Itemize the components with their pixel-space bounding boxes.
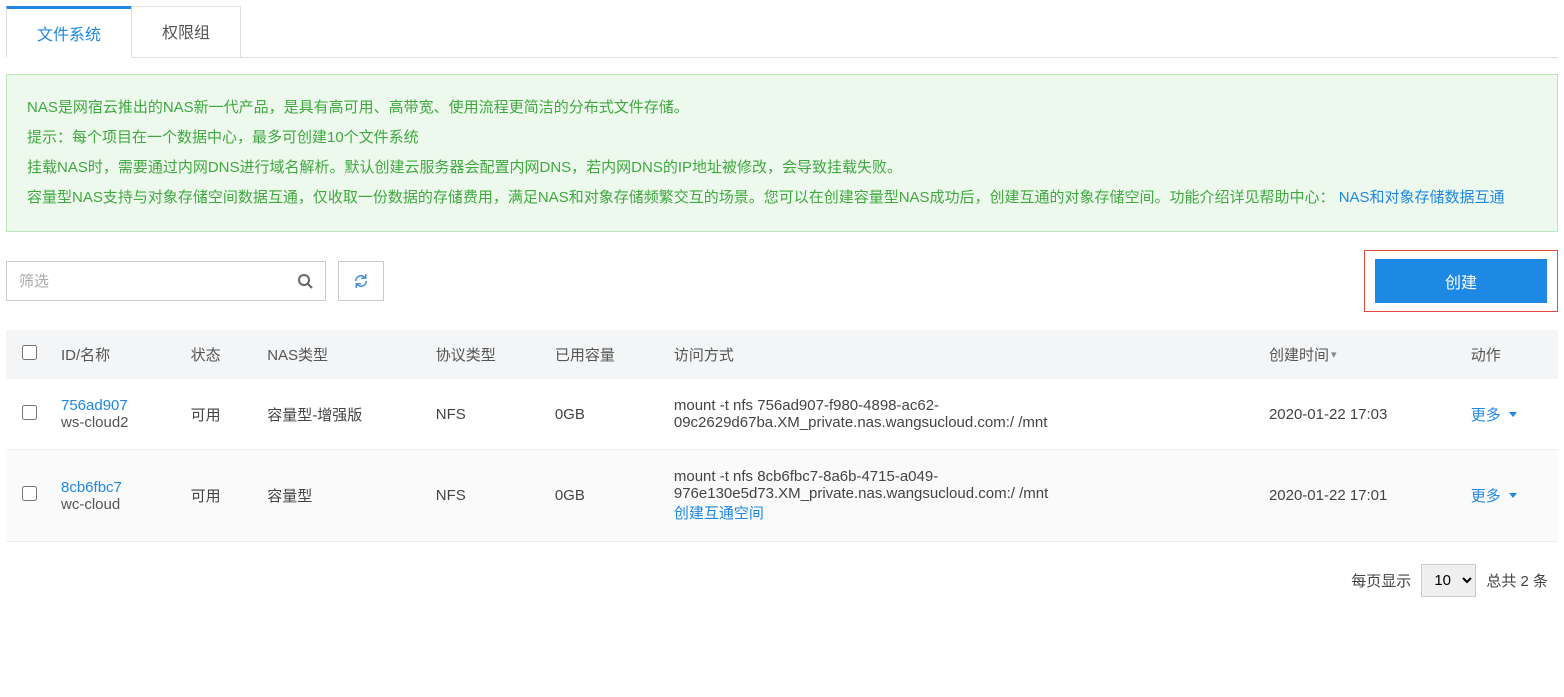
info-line: 容量型NAS支持与对象存储空间数据互通，仅收取一份数据的存储费用，满足NAS和对… [27,183,1537,213]
tab-permission[interactable]: 权限组 [131,6,241,57]
chevron-down-icon [1509,412,1517,417]
row-protocol: NFS [424,450,543,542]
col-access: 访问方式 [662,330,1257,379]
help-link[interactable]: NAS和对象存储数据互通 [1339,189,1505,206]
refresh-icon [353,273,369,289]
more-button[interactable]: 更多 [1471,404,1517,425]
row-status: 可用 [179,450,256,542]
filter-wrap [6,261,326,301]
pager: 每页显示 10 总共 2 条 [6,542,1558,607]
chevron-down-icon [1509,493,1517,498]
tab-filesystem[interactable]: 文件系统 [6,6,132,58]
info-text: 容量型NAS支持与对象存储空间数据互通，仅收取一份数据的存储费用，满足NAS和对… [27,189,1339,206]
create-highlight: 创建 [1364,250,1558,312]
search-icon [297,273,313,289]
select-all-checkbox[interactable] [22,345,37,360]
col-status: 状态 [179,330,256,379]
col-used: 已用容量 [543,330,662,379]
row-type: 容量型-增强版 [255,379,424,450]
col-action: 动作 [1459,330,1558,379]
info-line: NAS是网宿云推出的NAS新一代产品，是具有高可用、高带宽、使用流程更简洁的分布… [27,93,1537,123]
col-type: NAS类型 [255,330,424,379]
create-interop-link[interactable]: 创建互通空间 [674,505,764,522]
per-page-label: 每页显示 [1351,570,1411,591]
sort-desc-icon: ▾ [1331,348,1337,361]
col-id: ID/名称 [49,330,179,379]
row-checkbox[interactable] [22,486,37,501]
id-link[interactable]: 8cb6fbc7 [61,479,122,496]
col-created[interactable]: 创建时间▾ [1257,330,1459,379]
filter-input[interactable] [7,273,285,290]
row-access: mount -t nfs 8cb6fbc7-8a6b-4715-a049-976… [674,468,1048,502]
per-page-select[interactable]: 10 [1421,564,1476,597]
id-link[interactable]: 756ad907 [61,397,128,414]
row-status: 可用 [179,379,256,450]
row-protocol: NFS [424,379,543,450]
row-checkbox[interactable] [22,405,37,420]
row-created: 2020-01-22 17:01 [1257,450,1459,542]
search-button[interactable] [285,262,325,300]
row-used: 0GB [543,450,662,542]
col-protocol: 协议类型 [424,330,543,379]
row-name: ws-cloud2 [61,414,129,431]
more-button[interactable]: 更多 [1471,485,1517,506]
row-name: wc-cloud [61,496,120,513]
row-type: 容量型 [255,450,424,542]
tabs: 文件系统 权限组 [6,6,1558,58]
row-created: 2020-01-22 17:03 [1257,379,1459,450]
row-used: 0GB [543,379,662,450]
row-access: mount -t nfs 756ad907-f980-4898-ac62-09c… [674,397,1048,431]
create-button[interactable]: 创建 [1375,259,1547,303]
info-banner: NAS是网宿云推出的NAS新一代产品，是具有高可用、高带宽、使用流程更简洁的分布… [6,74,1558,232]
refresh-button[interactable] [338,261,384,301]
info-line: 挂载NAS时，需要通过内网DNS进行域名解析。默认创建云服务器会配置内网DNS，… [27,153,1537,183]
table-row: 756ad907 ws-cloud2 可用 容量型-增强版 NFS 0GB mo… [6,379,1558,450]
total-count: 总共 2 条 [1486,570,1548,591]
info-line: 提示：每个项目在一个数据中心，最多可创建10个文件系统 [27,123,1537,153]
table-row: 8cb6fbc7 wc-cloud 可用 容量型 NFS 0GB mount -… [6,450,1558,542]
toolbar: 创建 [6,250,1558,312]
nas-table: ID/名称 状态 NAS类型 协议类型 已用容量 访问方式 创建时间▾ 动作 7… [6,330,1558,542]
